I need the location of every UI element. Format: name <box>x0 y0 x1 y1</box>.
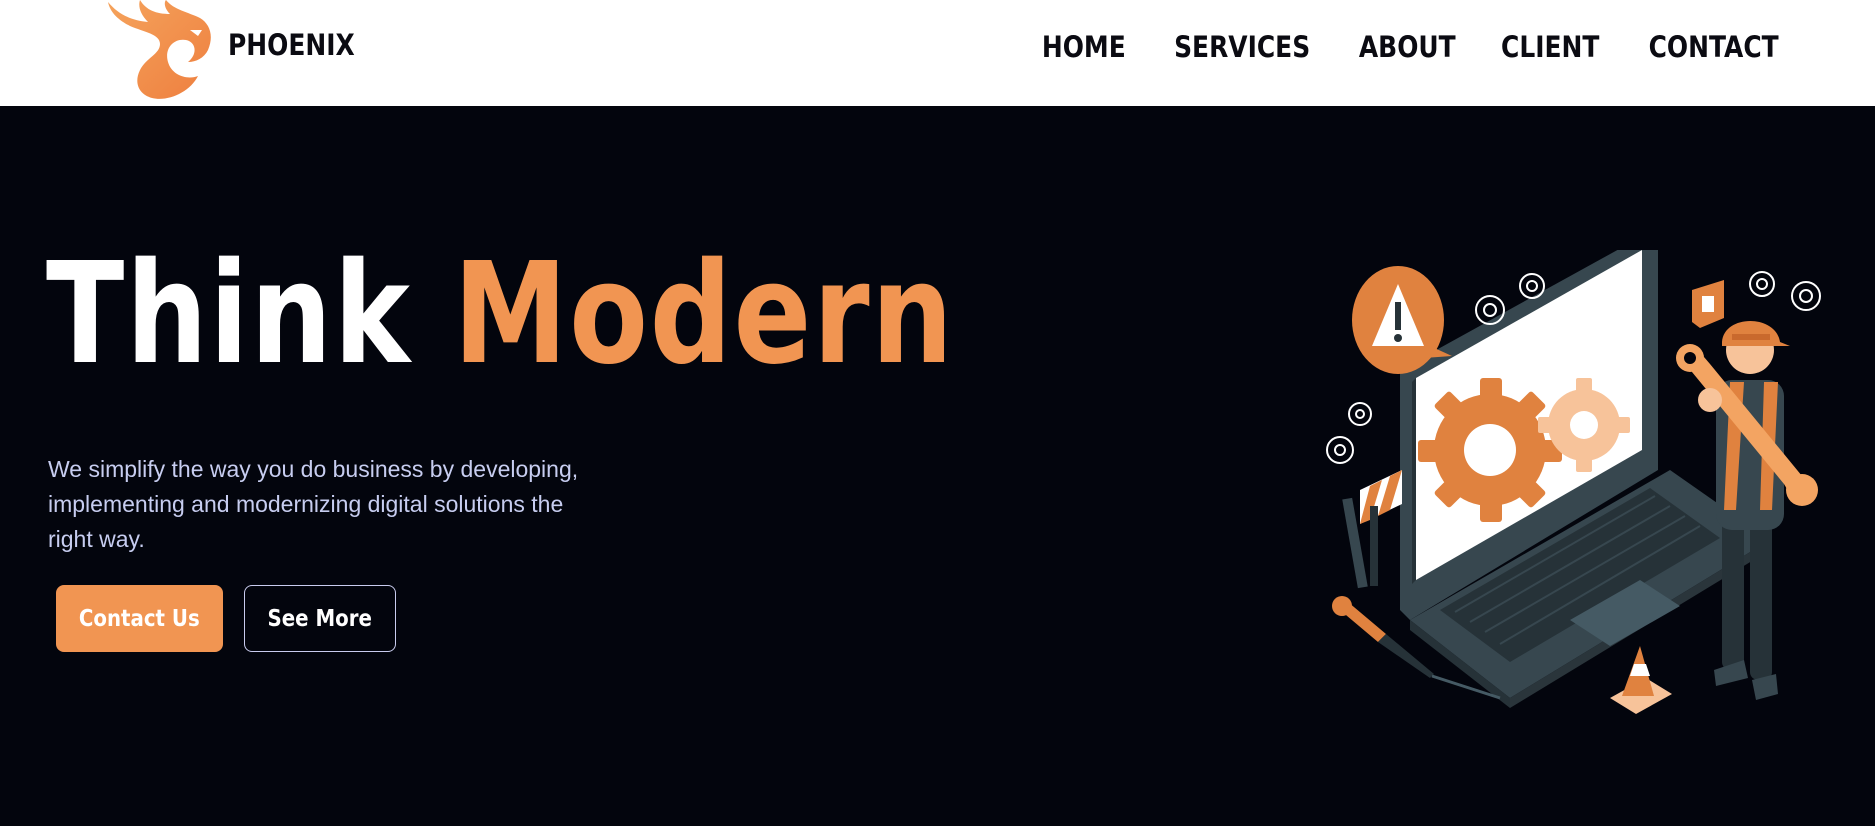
nav-about[interactable]: ABOUT <box>1359 30 1456 64</box>
nav-contact[interactable]: CONTACT <box>1648 30 1778 64</box>
nav-client[interactable]: CLIENT <box>1501 30 1599 64</box>
nav-services[interactable]: SERVICES <box>1174 30 1310 64</box>
hero-title-modern: Modern <box>453 233 955 396</box>
thumbs-up-icon <box>1692 280 1724 328</box>
contact-us-label: Contact Us <box>79 605 200 632</box>
hero-tagline: We simplify the way you do business by d… <box>48 456 579 552</box>
see-more-button[interactable]: See More <box>244 585 396 652</box>
brand-name[interactable]: PHOENIX <box>228 28 355 62</box>
worker-fixing-laptop-illustration <box>1326 250 1821 714</box>
contact-us-button[interactable]: Contact Us <box>56 585 223 652</box>
hero-title-think: Think <box>46 233 412 396</box>
navbar: PHOENIX HOME SERVICES ABOUT CLIENT CONTA… <box>0 0 1875 106</box>
nav-home[interactable]: HOME <box>1042 30 1126 64</box>
traffic-cone-icon <box>1610 646 1672 714</box>
hero-title: Think Modern <box>46 245 955 385</box>
see-more-label: See More <box>267 605 373 632</box>
main-nav: HOME SERVICES ABOUT CLIENT CONTACT <box>1027 30 1789 64</box>
phoenix-bird-icon[interactable] <box>104 0 216 104</box>
barrier-icon <box>1342 470 1402 589</box>
